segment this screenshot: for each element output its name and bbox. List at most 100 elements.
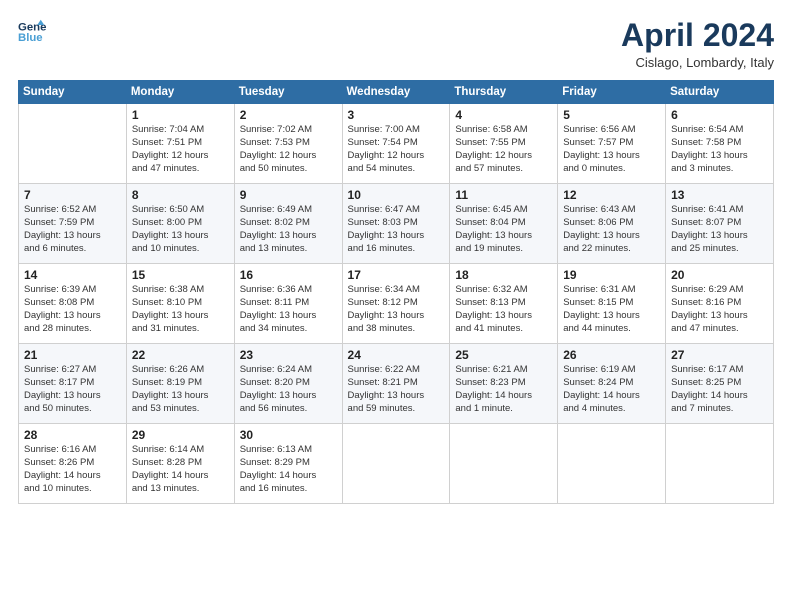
day-info: Sunrise: 6:36 AM Sunset: 8:11 PM Dayligh… [240, 284, 337, 335]
calendar-cell: 25Sunrise: 6:21 AM Sunset: 8:23 PM Dayli… [450, 344, 558, 424]
calendar-cell: 2 Sunrise: 7:02 AM Sunset: 7:53 PM Daylig… [234, 104, 342, 184]
day-info: Sunrise: 6:50 AM Sunset: 8:00 PM Dayligh… [132, 204, 229, 255]
calendar-week-row: 14 Sunrise: 6:39 AM Sunset: 8:08 PM Dayli… [19, 264, 774, 344]
day-number: 28 [24, 428, 121, 442]
page-header: General Blue General Blue April 2024 Cis… [18, 18, 774, 70]
calendar-week-row: 7 Sunrise: 6:52 AM Sunset: 7:59 PM Daylig… [19, 184, 774, 264]
logo: General Blue General Blue [18, 18, 46, 46]
calendar-cell: 26 Sunrise: 6:19 AM Sunset: 8:24 PM Dayli… [558, 344, 666, 424]
calendar-cell: 15Sunrise: 6:38 AM Sunset: 8:10 PM Dayli… [126, 264, 234, 344]
day-number: 16 [240, 268, 337, 282]
calendar-cell [342, 424, 450, 504]
day-number: 2 [240, 108, 337, 122]
col-saturday: Saturday [666, 81, 774, 104]
calendar-cell: 4Sunrise: 6:58 AM Sunset: 7:55 PM Daylig… [450, 104, 558, 184]
day-number: 15 [132, 268, 229, 282]
calendar-cell: 20Sunrise: 6:29 AM Sunset: 8:16 PM Dayli… [666, 264, 774, 344]
calendar-cell: 30 Sunrise: 6:13 AM Sunset: 8:29 PM Dayli… [234, 424, 342, 504]
day-info: Sunrise: 6:31 AM Sunset: 8:15 PM Dayligh… [563, 284, 660, 335]
calendar-cell: 24 Sunrise: 6:22 AM Sunset: 8:21 PM Dayli… [342, 344, 450, 424]
calendar-cell: 23Sunrise: 6:24 AM Sunset: 8:20 PM Dayli… [234, 344, 342, 424]
calendar-cell: 27 Sunrise: 6:17 AM Sunset: 8:25 PM Dayli… [666, 344, 774, 424]
calendar-cell: 6 Sunrise: 6:54 AM Sunset: 7:58 PM Daylig… [666, 104, 774, 184]
calendar-week-row: 21 Sunrise: 6:27 AM Sunset: 8:17 PM Dayli… [19, 344, 774, 424]
day-info: Sunrise: 6:14 AM Sunset: 8:28 PM Dayligh… [132, 444, 229, 495]
day-number: 17 [348, 268, 445, 282]
location-label: Cislago, Lombardy, Italy [621, 55, 774, 70]
day-info: Sunrise: 6:54 AM Sunset: 7:58 PM Dayligh… [671, 124, 768, 175]
calendar-cell: 18 Sunrise: 6:32 AM Sunset: 8:13 PM Dayli… [450, 264, 558, 344]
day-info: Sunrise: 6:19 AM Sunset: 8:24 PM Dayligh… [563, 364, 660, 415]
day-number: 27 [671, 348, 768, 362]
day-info: Sunrise: 6:17 AM Sunset: 8:25 PM Dayligh… [671, 364, 768, 415]
day-info: Sunrise: 6:22 AM Sunset: 8:21 PM Dayligh… [348, 364, 445, 415]
calendar-cell: 10Sunrise: 6:47 AM Sunset: 8:03 PM Dayli… [342, 184, 450, 264]
day-number: 12 [563, 188, 660, 202]
month-title: April 2024 [621, 18, 774, 53]
calendar-cell: 7 Sunrise: 6:52 AM Sunset: 7:59 PM Daylig… [19, 184, 127, 264]
calendar-cell: 22 Sunrise: 6:26 AM Sunset: 8:19 PM Dayli… [126, 344, 234, 424]
col-wednesday: Wednesday [342, 81, 450, 104]
calendar-cell: 16 Sunrise: 6:36 AM Sunset: 8:11 PM Dayli… [234, 264, 342, 344]
title-block: April 2024 Cislago, Lombardy, Italy [621, 18, 774, 70]
calendar-cell: 17 Sunrise: 6:34 AM Sunset: 8:12 PM Dayli… [342, 264, 450, 344]
day-info: Sunrise: 6:26 AM Sunset: 8:19 PM Dayligh… [132, 364, 229, 415]
day-info: Sunrise: 6:43 AM Sunset: 8:06 PM Dayligh… [563, 204, 660, 255]
day-number: 30 [240, 428, 337, 442]
day-info: Sunrise: 7:02 AM Sunset: 7:53 PM Dayligh… [240, 124, 337, 175]
day-number: 10 [348, 188, 445, 202]
day-number: 5 [563, 108, 660, 122]
calendar-cell [19, 104, 127, 184]
calendar-cell [450, 424, 558, 504]
calendar-cell: 13Sunrise: 6:41 AM Sunset: 8:07 PM Dayli… [666, 184, 774, 264]
day-info: Sunrise: 6:56 AM Sunset: 7:57 PM Dayligh… [563, 124, 660, 175]
day-number: 22 [132, 348, 229, 362]
day-info: Sunrise: 6:34 AM Sunset: 8:12 PM Dayligh… [348, 284, 445, 335]
calendar-cell [666, 424, 774, 504]
day-info: Sunrise: 7:04 AM Sunset: 7:51 PM Dayligh… [132, 124, 229, 175]
calendar-week-row: 28 Sunrise: 6:16 AM Sunset: 8:26 PM Dayli… [19, 424, 774, 504]
col-friday: Friday [558, 81, 666, 104]
day-number: 8 [132, 188, 229, 202]
day-number: 20 [671, 268, 768, 282]
day-info: Sunrise: 6:32 AM Sunset: 8:13 PM Dayligh… [455, 284, 552, 335]
logo-icon: General Blue [18, 18, 46, 46]
day-info: Sunrise: 6:45 AM Sunset: 8:04 PM Dayligh… [455, 204, 552, 255]
calendar-cell: 29 Sunrise: 6:14 AM Sunset: 8:28 PM Dayli… [126, 424, 234, 504]
day-info: Sunrise: 6:27 AM Sunset: 8:17 PM Dayligh… [24, 364, 121, 415]
col-monday: Monday [126, 81, 234, 104]
day-info: Sunrise: 6:13 AM Sunset: 8:29 PM Dayligh… [240, 444, 337, 495]
day-number: 6 [671, 108, 768, 122]
day-info: Sunrise: 6:52 AM Sunset: 7:59 PM Dayligh… [24, 204, 121, 255]
col-thursday: Thursday [450, 81, 558, 104]
col-tuesday: Tuesday [234, 81, 342, 104]
day-number: 18 [455, 268, 552, 282]
calendar-cell: 3Sunrise: 7:00 AM Sunset: 7:54 PM Daylig… [342, 104, 450, 184]
calendar-table: Sunday Monday Tuesday Wednesday Thursday… [18, 80, 774, 504]
day-number: 1 [132, 108, 229, 122]
day-number: 9 [240, 188, 337, 202]
calendar-cell: 11 Sunrise: 6:45 AM Sunset: 8:04 PM Dayli… [450, 184, 558, 264]
day-info: Sunrise: 6:24 AM Sunset: 8:20 PM Dayligh… [240, 364, 337, 415]
calendar-cell: 19Sunrise: 6:31 AM Sunset: 8:15 PM Dayli… [558, 264, 666, 344]
day-number: 21 [24, 348, 121, 362]
day-number: 24 [348, 348, 445, 362]
calendar-cell: 28 Sunrise: 6:16 AM Sunset: 8:26 PM Dayli… [19, 424, 127, 504]
calendar-cell [558, 424, 666, 504]
day-number: 26 [563, 348, 660, 362]
day-info: Sunrise: 6:41 AM Sunset: 8:07 PM Dayligh… [671, 204, 768, 255]
svg-text:Blue: Blue [18, 32, 43, 44]
day-info: Sunrise: 6:16 AM Sunset: 8:26 PM Dayligh… [24, 444, 121, 495]
calendar-cell: 9Sunrise: 6:49 AM Sunset: 8:02 PM Daylig… [234, 184, 342, 264]
calendar-header-row: Sunday Monday Tuesday Wednesday Thursday… [19, 81, 774, 104]
day-number: 4 [455, 108, 552, 122]
day-number: 11 [455, 188, 552, 202]
day-number: 14 [24, 268, 121, 282]
day-number: 7 [24, 188, 121, 202]
day-info: Sunrise: 6:39 AM Sunset: 8:08 PM Dayligh… [24, 284, 121, 335]
calendar-cell: 5 Sunrise: 6:56 AM Sunset: 7:57 PM Daylig… [558, 104, 666, 184]
day-number: 29 [132, 428, 229, 442]
calendar-cell: 14 Sunrise: 6:39 AM Sunset: 8:08 PM Dayli… [19, 264, 127, 344]
calendar-page: General Blue General Blue April 2024 Cis… [0, 0, 792, 612]
calendar-cell: 1 Sunrise: 7:04 AM Sunset: 7:51 PM Daylig… [126, 104, 234, 184]
